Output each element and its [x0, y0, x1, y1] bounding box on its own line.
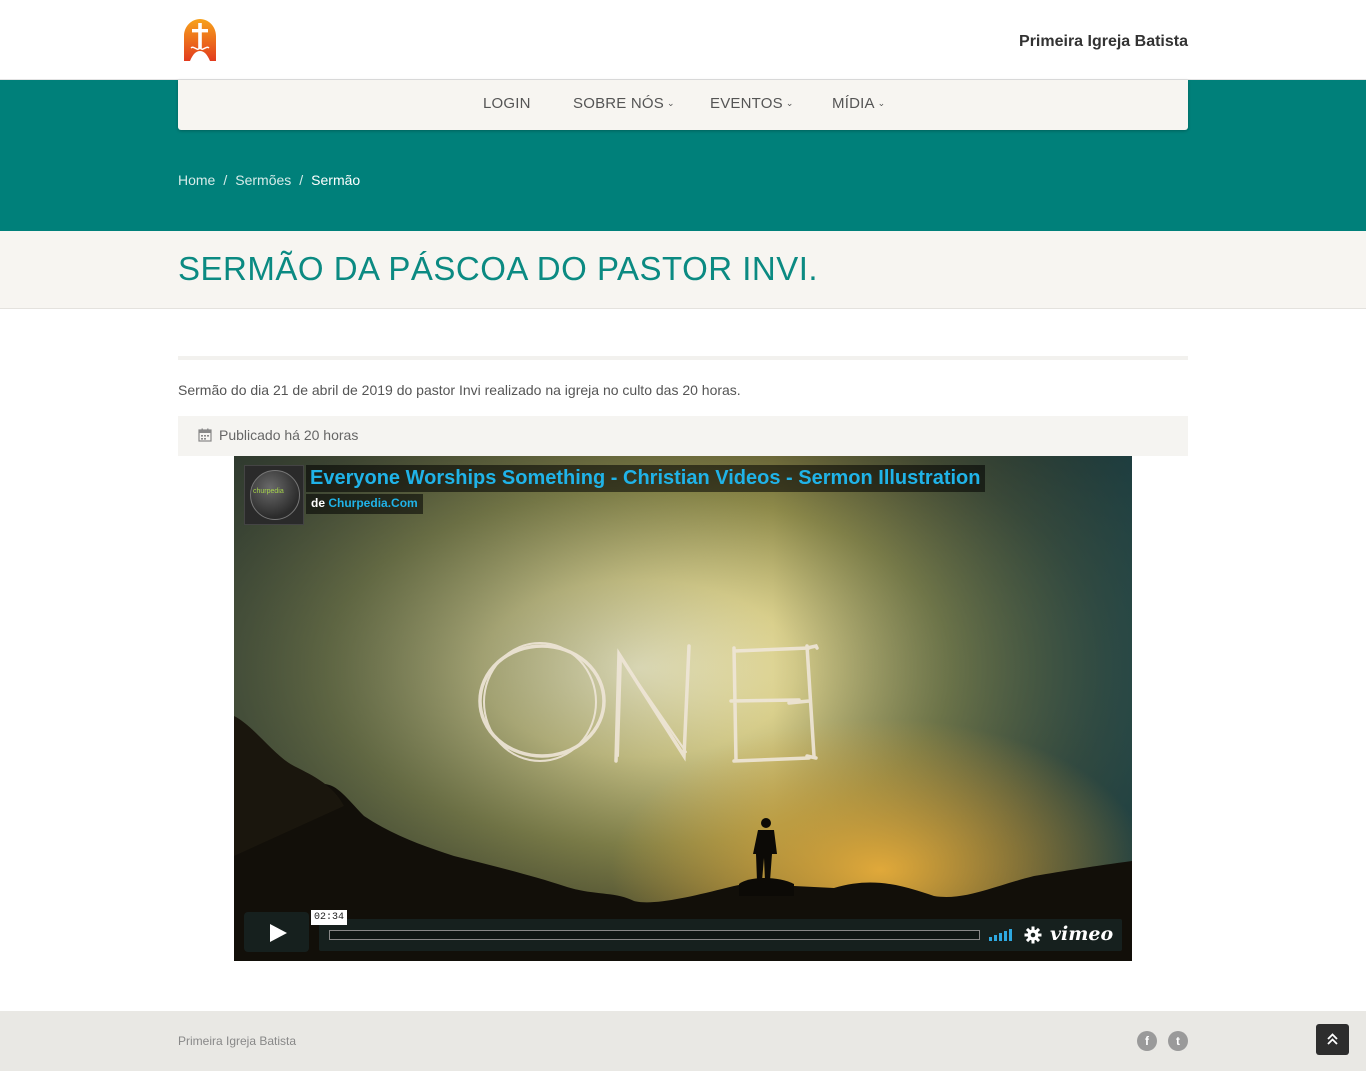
footer-site-name: Primeira Igreja Batista	[178, 1034, 297, 1048]
main-navbar: LOGIN SOBRE NÓS ⌄ EVENTOS ⌄ MÍDIA ⌄	[178, 80, 1188, 130]
play-button[interactable]	[244, 912, 309, 952]
video-controls: vimeo	[319, 919, 1122, 951]
nav-login[interactable]: LOGIN	[483, 95, 531, 112]
breadcrumb: Home / Sermões / Sermão	[178, 172, 360, 188]
nav-eventos[interactable]: EVENTOS ⌄	[710, 95, 794, 112]
facebook-glyph: f	[1145, 1034, 1149, 1048]
nav-eventos-label: EVENTOS	[710, 95, 783, 112]
calendar-icon	[198, 428, 212, 442]
play-icon	[270, 924, 287, 942]
twitter-glyph: t	[1176, 1034, 1180, 1048]
nav-login-label: LOGIN	[483, 95, 531, 112]
chevron-down-icon: ⌄	[785, 98, 794, 108]
nav-midia[interactable]: MÍDIA ⌄	[832, 95, 885, 112]
video-title[interactable]: Everyone Worships Something - Christian …	[306, 465, 985, 492]
breadcrumb-sermoes[interactable]: Sermões	[235, 172, 291, 188]
byline-prefix: de	[311, 496, 326, 510]
breadcrumb-home[interactable]: Home	[178, 172, 215, 188]
chevron-down-icon: ⌄	[667, 98, 675, 108]
published-date: Publicado há 20 horas	[219, 427, 359, 443]
sermon-description: Sermão do dia 21 de abril de 2019 do pas…	[178, 382, 741, 398]
site-footer: Primeira Igreja Batista f t	[0, 1011, 1366, 1071]
volume-icon[interactable]	[989, 929, 1015, 941]
progress-bar[interactable]	[329, 930, 980, 940]
double-chevron-up-icon	[1327, 1033, 1338, 1045]
avatar-circle	[250, 470, 300, 520]
video-player[interactable]: churpedia Everyone Worships Something - …	[234, 456, 1132, 961]
nav-sobre-nos[interactable]: SOBRE NÓS ⌄	[573, 95, 675, 112]
breadcrumb-separator: /	[299, 172, 304, 188]
nav-sobre-nos-label: SOBRE NÓS	[573, 95, 664, 112]
church-cross-icon[interactable]	[183, 18, 217, 62]
channel-link[interactable]: Churpedia.Com	[328, 496, 417, 510]
content-divider	[178, 356, 1188, 360]
site-header: Primeira Igreja Batista	[0, 0, 1366, 80]
avatar-brand: churpedia	[253, 488, 284, 495]
meta-bar: Publicado há 20 horas	[178, 416, 1188, 456]
page-title: SERMÃO DA PÁSCOA DO PASTOR INVI.	[178, 250, 819, 287]
nav-midia-label: MÍDIA	[832, 95, 875, 112]
breadcrumb-current: Sermão	[311, 172, 361, 188]
breadcrumb-separator: /	[223, 172, 228, 188]
timecode-badge: 02:34	[311, 910, 348, 925]
twitter-icon[interactable]: t	[1168, 1031, 1188, 1051]
back-to-top-button[interactable]	[1316, 1024, 1349, 1055]
settings-gear-icon[interactable]	[1024, 926, 1042, 944]
video-thumbnail	[234, 456, 1132, 961]
site-name[interactable]: Primeira Igreja Batista	[1019, 33, 1188, 51]
channel-avatar[interactable]: churpedia	[244, 465, 304, 525]
vimeo-logo[interactable]: vimeo	[1050, 923, 1113, 945]
video-byline: de Churpedia.Com	[306, 494, 423, 514]
facebook-icon[interactable]: f	[1137, 1031, 1157, 1051]
chevron-down-icon: ⌄	[877, 98, 886, 108]
